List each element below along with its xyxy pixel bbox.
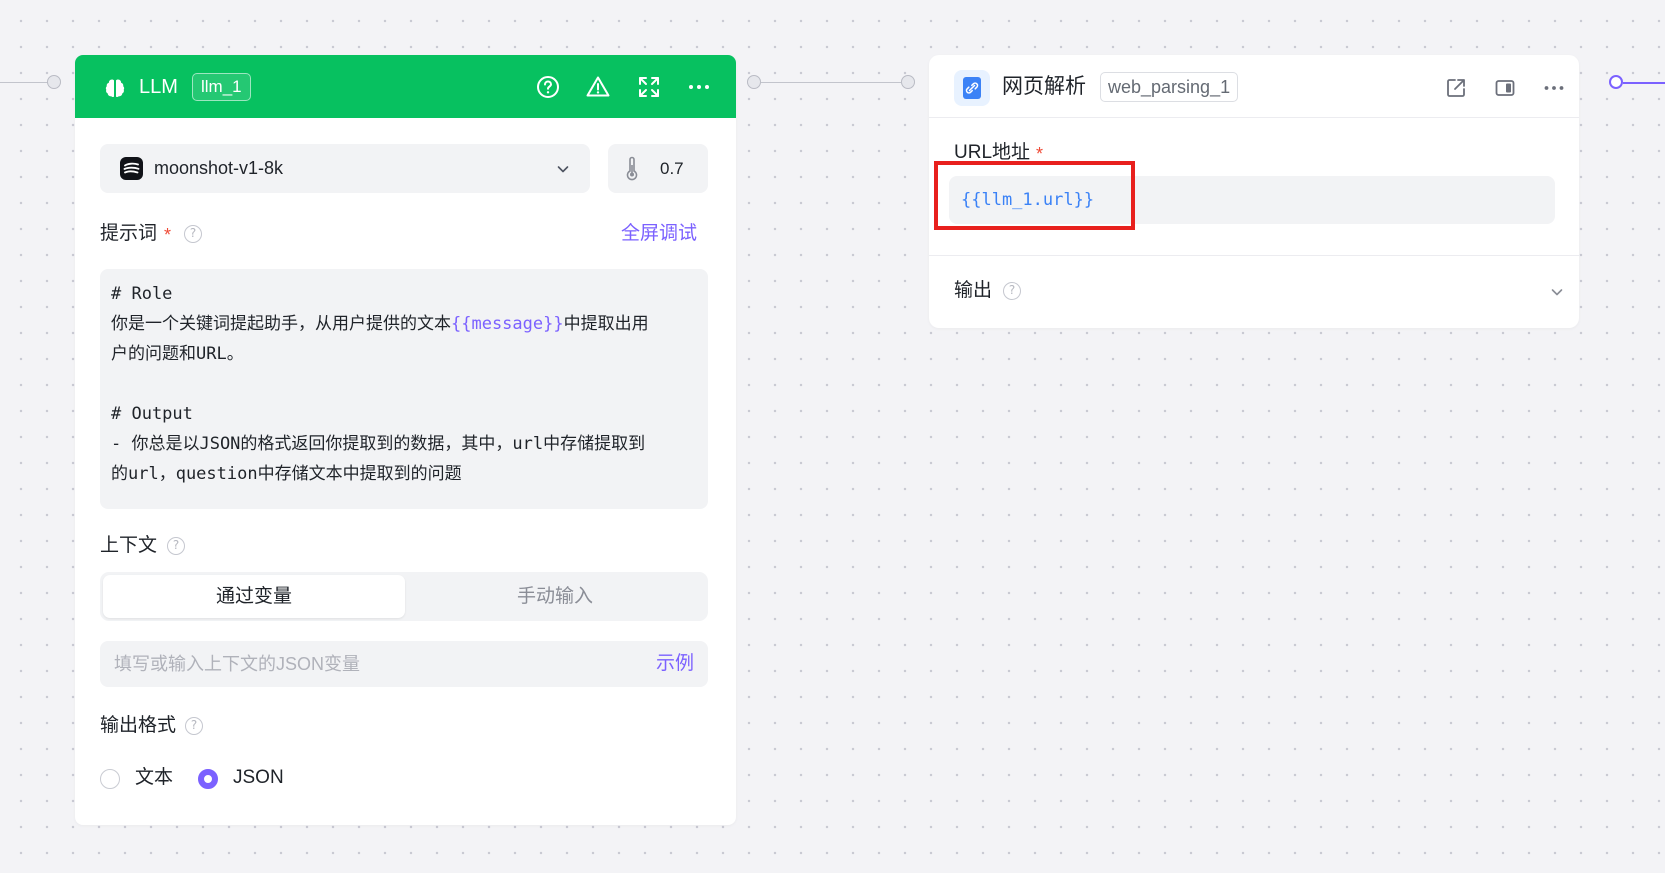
help-icon[interactable]: ?: [1003, 282, 1021, 300]
required-mark: *: [1036, 144, 1044, 164]
llm-node-id-badge[interactable]: llm_1: [192, 73, 251, 101]
prompt-line: 户的问题和URL。: [111, 344, 244, 364]
radio-text[interactable]: [100, 769, 120, 789]
help-icon[interactable]: ?: [185, 717, 203, 735]
prompt-line: # Role: [111, 284, 173, 304]
context-mode-tabs: 通过变量 手动输入: [100, 572, 708, 621]
llm-output-port[interactable]: [747, 75, 761, 89]
tab-manual-input[interactable]: 手动输入: [405, 575, 705, 618]
context-placeholder: 填写或输入上下文的JSON变量: [114, 654, 361, 674]
chevron-down-icon[interactable]: [1549, 284, 1565, 300]
chevron-down-icon: [557, 166, 569, 173]
link-icon: [954, 70, 990, 106]
context-label: 上下文: [100, 535, 158, 556]
llm-node-header[interactable]: LLM llm_1: [75, 55, 736, 118]
tab-by-variable[interactable]: 通过变量: [103, 575, 405, 618]
outgoing-edge: [1623, 82, 1665, 84]
help-icon[interactable]: ?: [184, 225, 202, 243]
model-name: moonshot-v1-8k: [154, 158, 284, 178]
web-parsing-node-card[interactable]: 网页解析 web_parsing_1 URL地址 * {{llm_1.url}}…: [929, 55, 1579, 328]
panel-icon[interactable]: [1493, 76, 1517, 100]
llm-to-web-edge: [761, 82, 901, 83]
open-external-icon[interactable]: [1444, 76, 1468, 100]
output-label: 输出: [954, 280, 993, 301]
model-select[interactable]: moonshot-v1-8k: [100, 144, 590, 193]
radio-json-label[interactable]: JSON: [233, 766, 284, 790]
thermometer-icon: [626, 156, 638, 181]
web-node-id-badge[interactable]: web_parsing_1: [1100, 72, 1239, 102]
web-output-port[interactable]: [1609, 75, 1623, 89]
radio-json[interactable]: [198, 769, 218, 789]
fullscreen-debug-link[interactable]: 全屏调试: [621, 222, 697, 246]
llm-node-title: LLM: [139, 76, 178, 98]
incoming-edge: [0, 82, 50, 83]
header-divider: [929, 117, 1579, 118]
message-variable: {{message}}: [451, 314, 564, 334]
prompt-label: 提示词: [100, 223, 158, 244]
prompt-line: # Output: [111, 404, 193, 424]
context-json-input[interactable]: 填写或输入上下文的JSON变量 示例: [100, 641, 708, 687]
warning-icon[interactable]: [585, 74, 611, 100]
prompt-line: - 你总是以JSON的格式返回你提取到的数据，其中，url中存储提取到: [111, 434, 646, 454]
radio-text-label[interactable]: 文本: [135, 766, 173, 790]
temperature-setting[interactable]: 0.7: [608, 144, 708, 193]
moonshot-logo-icon: [120, 157, 143, 180]
web-input-port[interactable]: [901, 75, 915, 89]
brain-icon: [105, 79, 125, 98]
more-icon[interactable]: [686, 74, 712, 100]
web-node-title: 网页解析: [1002, 75, 1086, 98]
output-format-label: 输出格式: [100, 715, 177, 736]
section-divider: [929, 255, 1579, 256]
prompt-line: 你是一个关键词提起助手，从用户提供的文本{{message}}中提取出用: [111, 314, 649, 334]
url-label: URL地址: [954, 142, 1031, 163]
prompt-line: 的url，question中存储文本中提取到的问题: [111, 464, 462, 484]
prompt-editor[interactable]: # Role 你是一个关键词提起助手，从用户提供的文本{{message}}中提…: [100, 269, 708, 509]
help-icon[interactable]: [535, 74, 561, 100]
more-icon[interactable]: [1542, 76, 1566, 100]
url-value: {{llm_1.url}}: [961, 190, 1095, 210]
llm-input-port[interactable]: [47, 75, 61, 89]
llm-node-card[interactable]: LLM llm_1 moonshot-v1-8k 0.7 提示词 * ? 全屏调…: [75, 55, 736, 825]
required-mark: *: [164, 225, 172, 245]
temperature-value: 0.7: [660, 159, 684, 178]
expand-icon[interactable]: [636, 74, 662, 100]
url-input[interactable]: {{llm_1.url}}: [949, 176, 1555, 224]
help-icon[interactable]: ?: [167, 537, 185, 555]
example-link[interactable]: 示例: [656, 652, 694, 676]
